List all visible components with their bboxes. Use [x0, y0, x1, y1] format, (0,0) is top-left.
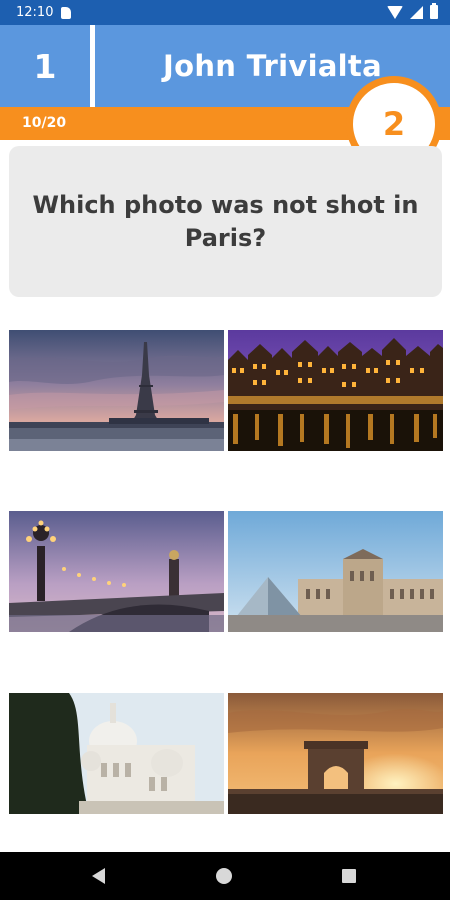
sacre-coeur-photo	[9, 693, 224, 814]
eiffel-tower-photo	[9, 330, 224, 451]
system-navigation-bar	[0, 852, 450, 900]
status-bar: 12:10	[0, 0, 450, 25]
sd-card-icon	[61, 6, 72, 19]
cell-signal-icon	[410, 5, 423, 19]
photo-option-eiffel-tower[interactable]	[9, 330, 224, 451]
photo-option-amsterdam-canal[interactable]	[228, 330, 443, 451]
battery-icon	[430, 3, 438, 19]
back-icon[interactable]	[92, 868, 105, 884]
question-card: Which photo was not shot in Paris?	[9, 146, 442, 297]
photo-option-pont-alexandre[interactable]	[9, 511, 224, 632]
photo-option-arc-de-triomphe[interactable]	[228, 693, 443, 814]
status-time: 12:10	[16, 5, 54, 20]
progress-label: 10/20	[22, 115, 67, 131]
amsterdam-canal-photo	[228, 330, 443, 451]
wifi-icon	[387, 5, 403, 19]
pont-alexandre-photo	[9, 511, 224, 632]
photo-option-louvre[interactable]	[228, 511, 443, 632]
home-icon[interactable]	[216, 868, 232, 884]
louvre-photo	[228, 511, 443, 632]
round-number: 1	[33, 46, 57, 86]
photo-option-sacre-coeur[interactable]	[9, 693, 224, 814]
status-icons	[387, 3, 438, 19]
arc-de-triomphe-photo	[228, 693, 443, 814]
recents-icon[interactable]	[342, 869, 356, 883]
question-text: Which photo was not shot in Paris?	[32, 190, 419, 252]
